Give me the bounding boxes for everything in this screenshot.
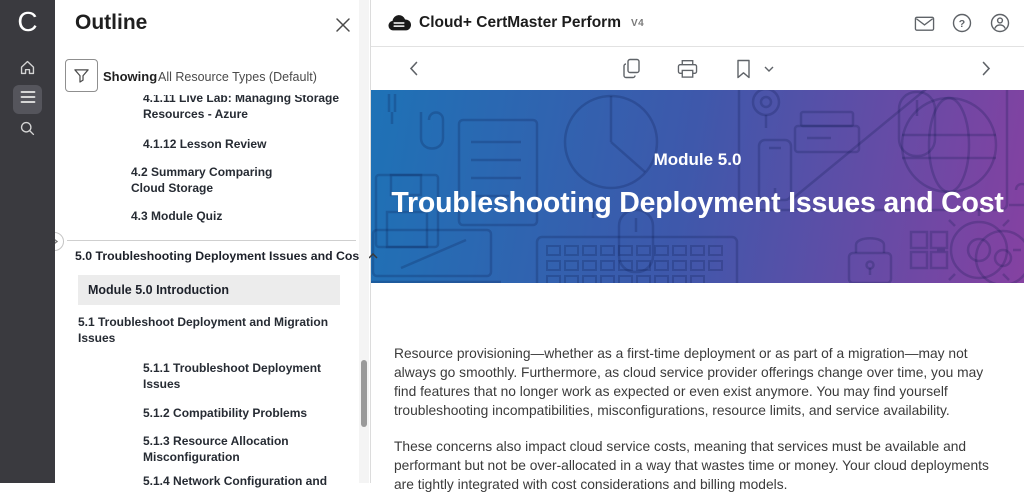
chevron-left-icon [409, 61, 418, 76]
svg-text:?: ? [959, 18, 965, 30]
outline-panel-header: Outline Showing All Resource Types (Defa… [55, 0, 370, 95]
outline-item[interactable]: 5.1 Troubleshoot Deployment and Migratio… [78, 314, 334, 346]
outline-item-current[interactable]: Module 5.0 Introduction [78, 275, 340, 305]
messages-button[interactable] [912, 11, 936, 35]
module-label: Module 5.0 [371, 150, 1024, 170]
bookmark-button[interactable] [731, 57, 755, 81]
app-logo: C [0, 6, 55, 38]
close-outline-button[interactable] [334, 16, 354, 36]
chevron-up-icon [368, 253, 378, 259]
section-header-label: 5.0 Troubleshooting Deployment Issues an… [75, 249, 363, 263]
brand: Cloud+ CertMaster Perform V4 [387, 14, 644, 32]
outline-scrollbar-thumb[interactable] [361, 360, 367, 427]
account-icon [990, 13, 1010, 33]
lesson-paragraph: Resource provisioning—whether as a first… [394, 344, 998, 420]
cloud-plus-logo-icon [387, 14, 411, 32]
home-icon [19, 59, 36, 81]
copy-icon [622, 58, 641, 79]
outline-item[interactable]: 4.1.12 Lesson Review [143, 136, 363, 152]
chevron-down-icon [764, 66, 774, 72]
search-icon [19, 120, 36, 142]
filter-funnel-icon [73, 67, 90, 84]
chevron-right-icon [982, 61, 991, 76]
outline-item[interactable]: 5.1.3 Resource Allocation Misconfigurati… [143, 433, 301, 465]
outline-menu-button[interactable] [13, 85, 42, 114]
outline-panel: 4.1.11 Live Lab: Managing Storage Resour… [55, 0, 371, 483]
bookmark-icon [736, 59, 751, 79]
help-button[interactable]: ? [950, 11, 974, 35]
module-title: Troubleshooting Deployment Issues and Co… [371, 187, 1024, 220]
print-icon [677, 59, 698, 79]
lesson-paragraph: These concerns also impact cloud service… [394, 437, 998, 494]
filter-value: All Resource Types (Default) [158, 70, 317, 84]
close-icon [334, 16, 352, 34]
account-button[interactable] [988, 11, 1012, 35]
module-banner: Module 5.0 Troubleshooting Deployment Is… [371, 90, 1024, 283]
next-page-button[interactable] [974, 57, 998, 81]
main-content-area: Cloud+ CertMaster Perform V4 ? [371, 0, 1024, 483]
mail-icon [914, 15, 935, 32]
outline-section-header[interactable]: 5.0 Troubleshooting Deployment Issues an… [75, 249, 378, 263]
copy-button[interactable] [619, 57, 643, 81]
version-badge: V4 [631, 18, 644, 29]
app-header: Cloud+ CertMaster Perform V4 ? [371, 0, 1024, 47]
previous-page-button[interactable] [401, 57, 425, 81]
outline-item[interactable]: 4.2 Summary Comparing Cloud Storage [131, 164, 303, 196]
outline-item[interactable]: 5.1.2 Compatibility Problems [143, 405, 363, 421]
outline-scrollbar-track[interactable] [359, 0, 369, 483]
showing-label: Showing [103, 69, 157, 84]
outline-item[interactable]: 5.1.4 Network Configuration and [143, 473, 373, 489]
search-button[interactable] [13, 116, 42, 145]
left-nav-rail: C [0, 0, 55, 483]
outline-section-divider [67, 240, 356, 241]
filter-button[interactable] [65, 59, 98, 92]
bookmark-dropdown-button[interactable] [762, 57, 776, 81]
menu-icon [20, 90, 36, 109]
product-title: Cloud+ CertMaster Perform [419, 14, 621, 32]
print-button[interactable] [675, 57, 699, 81]
home-button[interactable] [13, 55, 42, 84]
outline-item[interactable]: 4.3 Module Quiz [131, 208, 351, 224]
lesson-toolbar [371, 47, 1024, 90]
help-icon: ? [952, 13, 972, 33]
outline-item[interactable]: 5.1.1 Troubleshoot Deployment Issues [143, 360, 325, 392]
outline-title: Outline [75, 11, 147, 35]
lesson-body: Resource provisioning—whether as a first… [371, 283, 1024, 494]
